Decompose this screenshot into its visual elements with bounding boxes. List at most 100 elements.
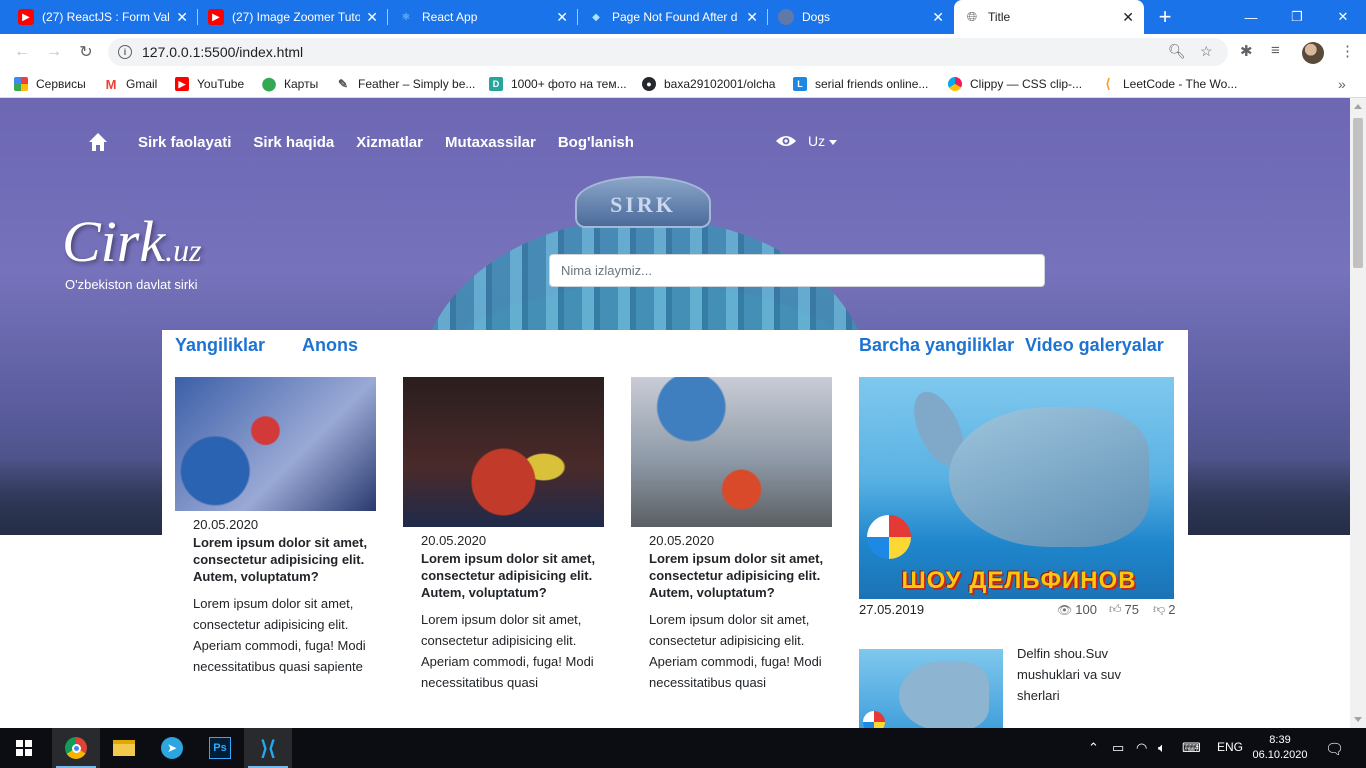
taskbar-chrome[interactable] xyxy=(52,728,100,768)
bookmark-apps[interactable]: Сервисы xyxy=(14,75,86,93)
dislikes-stat[interactable]: 👎︎ 2 xyxy=(1153,602,1175,617)
tab-news[interactable]: Yangiliklar xyxy=(175,335,265,356)
extensions-icon[interactable]: ✱ xyxy=(1240,42,1253,60)
news-title[interactable]: Lorem ipsum dolor sit amet, consectetur … xyxy=(193,534,376,585)
chevron-up-icon[interactable]: ⌃ xyxy=(1088,740,1099,756)
close-icon[interactable]: ✕ xyxy=(556,9,568,26)
scroll-up-icon[interactable] xyxy=(1354,104,1362,109)
news-image[interactable] xyxy=(175,377,376,511)
more-bookmarks[interactable]: » xyxy=(1338,75,1346,93)
bookmark-github[interactable]: ● baxa29102001/olcha xyxy=(642,75,775,93)
keyboard-icon[interactable]: ⌨ xyxy=(1182,740,1201,756)
scrollbar-thumb[interactable] xyxy=(1353,118,1363,268)
news-image[interactable] xyxy=(631,377,832,527)
menu-icon[interactable]: ⋮ xyxy=(1340,42,1355,60)
tab-announcements[interactable]: Anons xyxy=(302,335,358,356)
taskbar-photoshop[interactable]: Ps xyxy=(196,728,244,768)
eye-icon: 👁︎ xyxy=(1057,602,1073,617)
bookmark-youtube[interactable]: ▶ YouTube xyxy=(175,75,244,93)
video-title[interactable]: Delfin shou.Suv mushuklari va suv sherla… xyxy=(1017,643,1127,706)
globe-icon xyxy=(778,9,794,25)
scroll-down-icon[interactable] xyxy=(1354,717,1362,722)
main-nav: Sirk faolayati Sirk haqida Xizmatlar Mut… xyxy=(88,130,656,154)
news-card[interactable]: 20.05.2020 Lorem ipsum dolor sit amet, c… xyxy=(403,377,604,693)
avatar[interactable] xyxy=(1302,42,1324,64)
bookmark-clippy[interactable]: Clippy — CSS clip-... xyxy=(948,75,1082,93)
nav-link-specialists[interactable]: Mutaxassilar xyxy=(445,134,536,151)
bookmark-label: Gmail xyxy=(126,77,158,91)
clock[interactable]: 8:39 06.10.2020 xyxy=(1252,733,1308,763)
volume-icon[interactable]: 🔈︎ xyxy=(1158,740,1166,756)
taskbar-telegram[interactable]: ➤ xyxy=(148,728,196,768)
eye-icon[interactable] xyxy=(775,134,797,148)
react-icon: ⚛ xyxy=(401,11,411,23)
taskbar-vscode[interactable]: ⟩⟨ xyxy=(244,728,292,768)
apps-grid-icon xyxy=(14,77,28,91)
reload-icon[interactable]: ↻ xyxy=(74,40,98,64)
browser-tab[interactable]: ⚛ React App ✕ xyxy=(388,0,578,34)
close-icon[interactable]: ✕ xyxy=(366,9,378,26)
site-logo[interactable]: Cirk.uz xyxy=(62,208,202,275)
close-icon[interactable]: ✕ xyxy=(932,9,944,26)
browser-tab[interactable]: ▶ (27) Image Zoomer Tuto ✕ xyxy=(198,0,388,34)
bookmark-leetcode[interactable]: ⟨ LeetCode - The Wo... xyxy=(1101,75,1237,93)
page-scrollbar[interactable] xyxy=(1350,98,1366,728)
tab-all-news[interactable]: Barcha yangiliklar xyxy=(859,335,1014,356)
browser-tab[interactable]: ▶ (27) ReactJS : Form Vali ✕ xyxy=(8,0,198,34)
window-close-icon[interactable]: ✕ xyxy=(1320,0,1366,34)
likes-stat[interactable]: 👍︎ 75 xyxy=(1109,602,1139,617)
nav-link-services[interactable]: Xizmatlar xyxy=(356,134,423,151)
news-title[interactable]: Lorem ipsum dolor sit amet, consectetur … xyxy=(421,550,604,601)
browser-tab[interactable]: ◆ Page Not Found After d ✕ xyxy=(578,0,768,34)
info-icon[interactable]: i xyxy=(118,45,132,59)
tab-video-gallery[interactable]: Video galeryalar xyxy=(1025,335,1164,356)
featured-video[interactable]: ШОУ ДЕЛЬФИНОВ xyxy=(859,377,1174,599)
bookmark-feather[interactable]: ✎ Feather – Simply be... xyxy=(336,75,475,93)
news-body: Lorem ipsum dolor sit amet, consectetur … xyxy=(193,596,366,674)
tab-label: Title xyxy=(988,10,1011,24)
nav-link-activity[interactable]: Sirk faolayati xyxy=(138,134,231,151)
forward-icon[interactable]: → xyxy=(42,40,66,64)
close-icon[interactable]: ✕ xyxy=(176,9,188,26)
tab-label: (27) ReactJS : Form Vali xyxy=(42,10,171,24)
wifi-icon[interactable]: ◠ xyxy=(1136,740,1147,756)
zoom-icon[interactable]: 🔍︎ xyxy=(1168,43,1186,60)
notifications-icon[interactable]: 🗨︎ xyxy=(1325,740,1344,758)
bookmark-label: Сервисы xyxy=(36,77,86,91)
close-icon[interactable]: ✕ xyxy=(1122,9,1134,26)
bookmark-serial[interactable]: L serial friends online... xyxy=(793,75,928,93)
video-thumbnail[interactable] xyxy=(859,649,1003,728)
browser-tab[interactable]: Dogs ✕ xyxy=(768,0,954,34)
news-card[interactable]: 20.05.2020 Lorem ipsum dolor sit amet, c… xyxy=(631,377,832,693)
beach-ball xyxy=(863,711,885,728)
media-icon[interactable]: ≡ xyxy=(1271,42,1280,59)
browser-tab-active[interactable]: 🌐︎ Title ✕ xyxy=(954,0,1144,34)
address-bar[interactable]: i 127.0.0.1:5500/index.html 🔍︎ ☆ xyxy=(108,38,1228,66)
battery-icon[interactable]: ▭ xyxy=(1112,740,1124,756)
dolphin xyxy=(949,407,1149,547)
restore-icon[interactable]: ❐ xyxy=(1274,0,1320,34)
new-tab-button[interactable]: + xyxy=(1152,4,1178,30)
views-stat: 👁︎ 100 xyxy=(1057,602,1097,617)
news-image[interactable] xyxy=(403,377,604,527)
nav-link-contact[interactable]: Bog'lanish xyxy=(558,134,634,151)
close-icon[interactable]: ✕ xyxy=(746,9,758,26)
home-icon[interactable] xyxy=(88,132,108,152)
clock-date: 06.10.2020 xyxy=(1252,749,1308,761)
taskbar-explorer[interactable] xyxy=(100,728,148,768)
chrome-icon xyxy=(65,737,87,759)
feather-icon: ✎ xyxy=(337,77,349,91)
news-title[interactable]: Lorem ipsum dolor sit amet, consectetur … xyxy=(649,550,832,601)
nav-link-about[interactable]: Sirk haqida xyxy=(253,134,334,151)
news-card[interactable]: 20.05.2020 Lorem ipsum dolor sit amet, c… xyxy=(175,377,376,677)
start-button[interactable] xyxy=(0,728,48,768)
bookmark-maps[interactable]: ⬤ Карты xyxy=(262,75,318,93)
language-dropdown[interactable]: Uz xyxy=(808,133,838,149)
search-input[interactable]: Nima izlaymiz... xyxy=(549,254,1045,287)
minimize-icon[interactable]: — xyxy=(1228,0,1274,34)
bookmark-photos[interactable]: D 1000+ фото на тем... xyxy=(489,75,627,93)
back-icon[interactable]: ← xyxy=(10,40,34,64)
bookmark-star-icon[interactable]: ☆ xyxy=(1200,43,1213,60)
input-language[interactable]: ENG xyxy=(1217,740,1243,754)
bookmark-gmail[interactable]: M Gmail xyxy=(104,75,158,93)
